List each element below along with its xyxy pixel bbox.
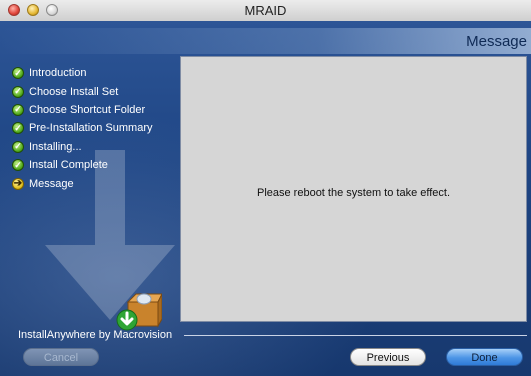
step-label: Choose Shortcut Folder — [29, 103, 146, 116]
step-label: Installing... — [29, 140, 82, 153]
installer-window: MRAID Message ✓ Introduction ✓ Choose In… — [0, 0, 531, 376]
header-band — [0, 28, 531, 54]
step-label: Introduction — [29, 67, 87, 80]
step-choose-shortcut-folder: ✓ Choose Shortcut Folder — [12, 101, 153, 119]
step-installing: ✓ Installing... — [12, 138, 153, 156]
footer-divider — [184, 335, 527, 336]
check-circle-icon: ✓ — [12, 85, 24, 98]
installation-steps-list: ✓ Introduction ✓ Choose Install Set ✓ Ch… — [12, 64, 153, 193]
step-choose-install-set: ✓ Choose Install Set — [12, 82, 153, 100]
previous-button[interactable]: Previous — [350, 348, 426, 366]
arrow-right-circle-icon: ➔ — [12, 177, 24, 190]
step-label: Choose Install Set — [29, 85, 119, 98]
step-introduction: ✓ Introduction — [12, 64, 153, 82]
title-bar: MRAID — [0, 0, 531, 22]
step-install-complete: ✓ Install Complete — [12, 156, 153, 174]
cancel-button[interactable]: Cancel — [23, 348, 99, 366]
step-label: Install Complete — [29, 159, 108, 172]
message-panel: Please reboot the system to take effect. — [180, 56, 527, 322]
installer-brand-label: InstallAnywhere by Macrovision — [18, 329, 173, 341]
window-title: MRAID — [244, 3, 287, 18]
done-button[interactable]: Done — [446, 348, 523, 366]
step-message: ➔ Message — [12, 174, 153, 192]
page-title: Message — [466, 33, 527, 50]
check-circle-icon: ✓ — [12, 122, 24, 135]
step-pre-installation-summary: ✓ Pre-Installation Summary — [12, 119, 153, 137]
check-circle-icon: ✓ — [12, 159, 24, 172]
step-label: Message — [29, 177, 74, 190]
installer-box-icon — [116, 293, 162, 331]
reboot-message: Please reboot the system to take effect. — [256, 187, 450, 199]
check-circle-icon: ✓ — [12, 103, 24, 116]
check-circle-icon: ✓ — [12, 140, 24, 153]
step-label: Pre-Installation Summary — [29, 122, 153, 135]
check-circle-icon: ✓ — [12, 67, 24, 80]
